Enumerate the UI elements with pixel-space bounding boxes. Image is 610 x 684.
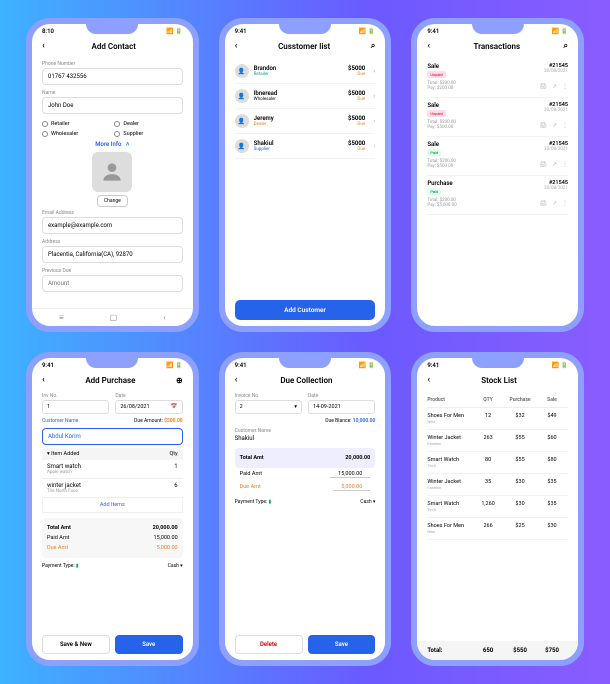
back-icon[interactable]: ‹: [235, 375, 238, 385]
screen-stock-list: 9:41📶 🔋 ‹Stock List ProductQTYPurchaseSa…: [411, 352, 584, 666]
print-icon[interactable]: 🖨: [539, 200, 547, 207]
prevdue-input[interactable]: [42, 275, 183, 292]
save-new-button[interactable]: Save & New: [42, 635, 110, 654]
back-icon[interactable]: ‹: [235, 41, 238, 51]
status-icons: 📶 🔋: [166, 28, 182, 35]
radio-wholesaler[interactable]: Wholesaler: [42, 131, 110, 137]
search-icon[interactable]: ⌕: [564, 41, 568, 51]
share-icon[interactable]: ↗: [552, 83, 557, 90]
stock-row[interactable]: Shoes For MenNike266$25$30: [427, 518, 568, 540]
chevron-right-icon: ›: [373, 92, 375, 100]
customer-row[interactable]: 👤JeremyDealer$5000Due›: [235, 109, 376, 134]
date-input[interactable]: 14-09-2021: [308, 400, 375, 414]
transaction-row[interactable]: PurchasePaid#2154530/08/2021Total: $200.…: [427, 176, 568, 215]
page-title: Add Contact: [92, 42, 136, 51]
back-icon[interactable]: ‹: [42, 41, 45, 51]
cash-select[interactable]: Cash ▾: [168, 563, 183, 569]
more-info-toggle[interactable]: More Info ˄: [42, 141, 183, 148]
inv-select[interactable]: 2▾: [235, 400, 302, 414]
transaction-row[interactable]: SaleUnpaid#2154530/08/2021Total: $200.00…: [427, 59, 568, 98]
stock-row[interactable]: Smart WatchTech1,260$30$35: [427, 496, 568, 518]
print-icon[interactable]: 🖨: [539, 161, 547, 168]
page-title: Cusstomer list: [278, 42, 330, 51]
radio-retailer[interactable]: Retailer: [42, 121, 110, 127]
avatar-icon: 👤: [235, 64, 249, 78]
date-input[interactable]: 26/08/2021📅: [115, 400, 182, 414]
back-icon[interactable]: ‹: [427, 375, 430, 385]
customer-name: Shakiul: [235, 435, 376, 442]
chevron-right-icon: ›: [373, 67, 375, 75]
customer-row[interactable]: 👤BrandonRetailer$5000Due›: [235, 59, 376, 84]
share-icon[interactable]: ↗: [552, 200, 557, 207]
stock-row[interactable]: Smart WatchTech80$55$80: [427, 452, 568, 474]
screen-transactions: 9:41📶 🔋 ‹Transactions⌕ SaleUnpaid#215453…: [411, 18, 584, 332]
item-row[interactable]: Smart watchApple watch1: [42, 460, 183, 479]
transaction-row[interactable]: SaleUnpaid#2154530/08/2021Total: $200.00…: [427, 98, 568, 137]
transaction-row[interactable]: SalePaid#2154530/08/2021Total: $200.00Pa…: [427, 137, 568, 176]
customer-input[interactable]: [42, 428, 183, 445]
avatar-placeholder: [92, 152, 132, 192]
avatar-icon: 👤: [235, 114, 249, 128]
add-customer-button[interactable]: Add Customer: [235, 300, 376, 320]
screen-add-contact: 8:10📶 🔋 ‹Add Contact Phone Number Name R…: [26, 18, 199, 332]
share-icon[interactable]: ↗: [552, 122, 557, 129]
cash-select[interactable]: Cash ▾: [360, 499, 375, 505]
avatar-icon: 👤: [235, 89, 249, 103]
back-icon[interactable]: ‹: [427, 41, 430, 51]
print-icon[interactable]: 🖨: [539, 83, 547, 90]
stock-row[interactable]: Winter JacketFashion263$55$60: [427, 430, 568, 452]
search-icon[interactable]: ⌕: [371, 41, 375, 51]
avatar-icon: 👤: [235, 139, 249, 153]
radio-supplier[interactable]: Supplier: [114, 131, 182, 137]
phone-input[interactable]: [42, 68, 183, 85]
stock-row[interactable]: Winter JacketFashion35$30$35: [427, 474, 568, 496]
item-row[interactable]: winter jacketThe North Face6: [42, 479, 183, 498]
save-button[interactable]: Save: [115, 635, 183, 654]
email-input[interactable]: [42, 217, 183, 234]
back-icon[interactable]: ‹: [42, 375, 45, 385]
address-input[interactable]: [42, 246, 183, 263]
name-input[interactable]: [42, 97, 183, 114]
screen-add-purchase: 9:41📶 🔋 ‹Add Purchase⊕ Inv No.1 Date26/0…: [26, 352, 199, 666]
delete-button[interactable]: Delete: [235, 635, 303, 654]
more-icon[interactable]: ⋮: [562, 122, 568, 129]
chevron-down-icon: ▾: [294, 404, 297, 410]
add-items-button[interactable]: Add Items: [42, 498, 183, 513]
android-navbar: ≡▢‹: [32, 308, 193, 326]
more-icon[interactable]: ⋮: [562, 83, 568, 90]
customer-row[interactable]: 👤IbnereadWholesaler$5000Due›: [235, 84, 376, 109]
page-title: Add Purchase: [85, 376, 135, 385]
chevron-right-icon: ›: [373, 142, 375, 150]
inv-input[interactable]: 1: [42, 400, 109, 414]
more-icon[interactable]: ⋮: [562, 200, 568, 207]
radio-dealer[interactable]: Dealer: [114, 121, 182, 127]
page-title: Due Collection: [280, 376, 332, 385]
page-title: Stock List: [481, 376, 517, 385]
share-icon[interactable]: ↗: [552, 161, 557, 168]
customer-row[interactable]: 👤ShakiulSupplier$5000Due›: [235, 134, 376, 159]
save-button[interactable]: Save: [308, 635, 376, 654]
chevron-right-icon: ›: [373, 117, 375, 125]
calendar-icon: 📅: [171, 404, 178, 410]
stock-row[interactable]: Shoes For MenNike12$32$49: [427, 408, 568, 430]
screen-due-collection: 9:41📶 🔋 ‹Due Collection Invoice No.2▾ Da…: [219, 352, 392, 666]
page-title: Transactions: [474, 42, 521, 51]
change-button[interactable]: Change: [97, 195, 128, 207]
print-icon[interactable]: 🖨: [539, 122, 547, 129]
screen-customer-list: 9:41📶 🔋 ‹Cusstomer list⌕ 👤BrandonRetaile…: [219, 18, 392, 332]
more-icon[interactable]: ⋮: [562, 161, 568, 168]
globe-icon[interactable]: ⊕: [176, 376, 183, 385]
